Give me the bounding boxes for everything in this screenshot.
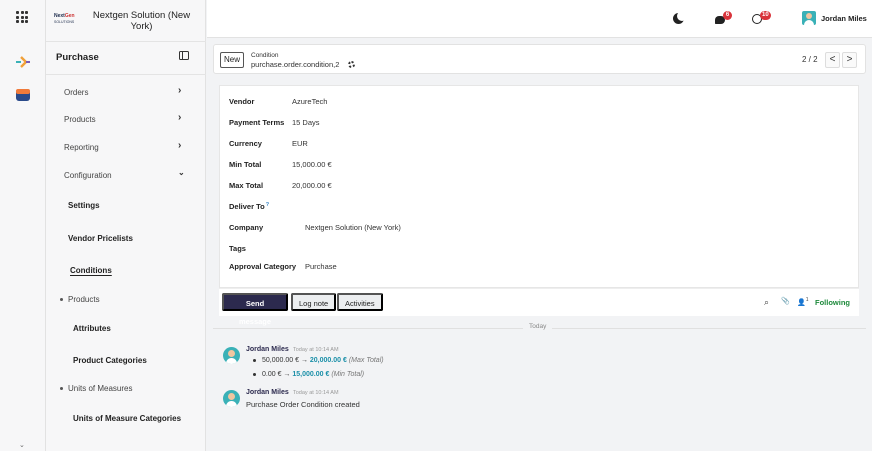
date-separator-label: Today — [523, 323, 553, 330]
currency-label: Currency — [229, 139, 262, 148]
message-author[interactable]: Jordan Miles — [246, 389, 289, 396]
new-button[interactable]: New — [220, 52, 244, 68]
menu-uom-categories[interactable]: Units of Measure Categories — [73, 414, 181, 423]
control-panel: New Condition purchase.order.condition,2… — [213, 44, 866, 74]
menu-section-products: Products — [60, 295, 100, 304]
top-navbar: 6 10 Jordan Miles — [207, 0, 872, 38]
currency-field[interactable]: EUR — [292, 139, 308, 148]
menu-reporting[interactable]: Reporting — [64, 143, 99, 152]
date-separator: Today — [213, 323, 866, 333]
vendor-field[interactable]: AzureTech — [292, 97, 327, 106]
activities-button[interactable]: Activities — [337, 293, 383, 311]
record-title: purchase.order.condition,2 — [251, 60, 340, 69]
following-button[interactable]: Following — [815, 298, 850, 307]
purchase-app-icon[interactable] — [14, 86, 32, 104]
tags-field[interactable] — [292, 244, 492, 253]
form-sheet: Vendor AzureTech Payment Terms 15 Days C… — [219, 85, 859, 288]
message-body: Purchase Order Condition created — [246, 400, 360, 409]
deliver-to-label: Deliver To? — [229, 202, 270, 211]
dark-mode-icon[interactable] — [673, 11, 687, 24]
pager-next-button[interactable]: > — [842, 52, 857, 68]
divider — [46, 74, 206, 75]
author-avatar[interactable] — [223, 347, 240, 364]
author-avatar[interactable] — [223, 390, 240, 407]
max-total-field[interactable]: 20,000.00 € — [292, 181, 332, 190]
menu-product-categories[interactable]: Product Categories — [73, 356, 147, 365]
approval-category-label: Approval Category — [229, 262, 297, 271]
paperclip-icon[interactable]: 📎 — [781, 297, 790, 305]
message-time: Today at 10:14 AM — [293, 347, 339, 353]
tracking-line: 0.00 € → 15,000.00 € (Min Total) — [253, 371, 364, 378]
sidebar: NextGen SOLUTIONS Nextgen Solution (New Y… — [46, 0, 206, 451]
chevron-right-icon[interactable]: › — [178, 85, 181, 96]
menu-configuration[interactable]: Configuration — [64, 171, 112, 180]
tracking-line: 50,000.00 € → 20,000.00 € (Max Total) — [253, 357, 384, 364]
chevron-right-icon[interactable]: › — [178, 112, 181, 123]
app-rail: ⌄ — [0, 0, 46, 451]
chevron-down-icon[interactable]: ⌄ — [178, 168, 185, 177]
vendor-label: Vendor — [229, 97, 255, 106]
message-author[interactable]: Jordan Miles — [246, 346, 289, 353]
menu-products[interactable]: Products — [64, 115, 96, 124]
pager-previous-button[interactable]: < — [825, 52, 840, 68]
send-message-button[interactable]: Send message — [222, 293, 288, 326]
user-avatar[interactable] — [802, 11, 816, 25]
payment-terms-label: Payment Terms — [229, 118, 285, 127]
company-name: Nextgen Solution (New York) — [92, 10, 191, 32]
company-label: Company — [229, 223, 264, 232]
messages-badge: 6 — [723, 11, 732, 20]
breadcrumb[interactable]: Condition — [251, 52, 278, 59]
gear-icon[interactable] — [348, 61, 355, 68]
min-total-field[interactable]: 15,000.00 € — [292, 160, 332, 169]
menu-settings[interactable]: Settings — [68, 201, 100, 210]
apps-grid-icon[interactable] — [16, 11, 28, 23]
max-total-label: Max Total — [229, 181, 264, 190]
company-logo: NextGen SOLUTIONS — [54, 13, 75, 24]
deliver-to-field[interactable] — [292, 202, 492, 211]
user-name[interactable]: Jordan Miles — [821, 14, 867, 23]
followers-count: 1 — [805, 297, 809, 303]
tags-label: Tags — [229, 244, 246, 253]
approval-category-field[interactable]: Purchase — [305, 262, 337, 271]
chevron-right-icon[interactable]: › — [178, 140, 181, 151]
expand-rail-icon[interactable]: ⌄ — [19, 441, 25, 449]
payment-terms-field[interactable]: 15 Days — [292, 118, 320, 127]
menu-conditions[interactable]: Conditions — [70, 266, 112, 275]
discuss-app-icon[interactable] — [14, 53, 32, 71]
log-note-button[interactable]: Log note — [291, 293, 337, 311]
chatter-toolbar: Send message Log note Activities ⌕ 📎 👤1 … — [219, 288, 859, 326]
company-switcher[interactable]: NextGen SOLUTIONS Nextgen Solution (New Y… — [46, 0, 206, 42]
app-title: Purchase — [56, 52, 99, 63]
followers-icon[interactable]: 👤1 — [797, 297, 809, 306]
toggle-sidebar-icon[interactable] — [179, 51, 189, 60]
menu-vendor-pricelists[interactable]: Vendor Pricelists — [68, 234, 133, 243]
pager-value[interactable]: 2 / 2 — [802, 55, 818, 64]
menu-section-uom: Units of Measures — [60, 384, 132, 393]
message-time: Today at 10:14 AM — [293, 390, 339, 396]
company-field[interactable]: Nextgen Solution (New York) — [305, 223, 401, 232]
activity-badge: 10 — [760, 11, 771, 20]
menu-attributes[interactable]: Attributes — [73, 324, 111, 333]
help-tooltip-icon[interactable]: ? — [266, 202, 269, 208]
search-icon[interactable]: ⌕ — [764, 297, 769, 308]
min-total-label: Min Total — [229, 160, 262, 169]
menu-orders[interactable]: Orders — [64, 88, 88, 97]
